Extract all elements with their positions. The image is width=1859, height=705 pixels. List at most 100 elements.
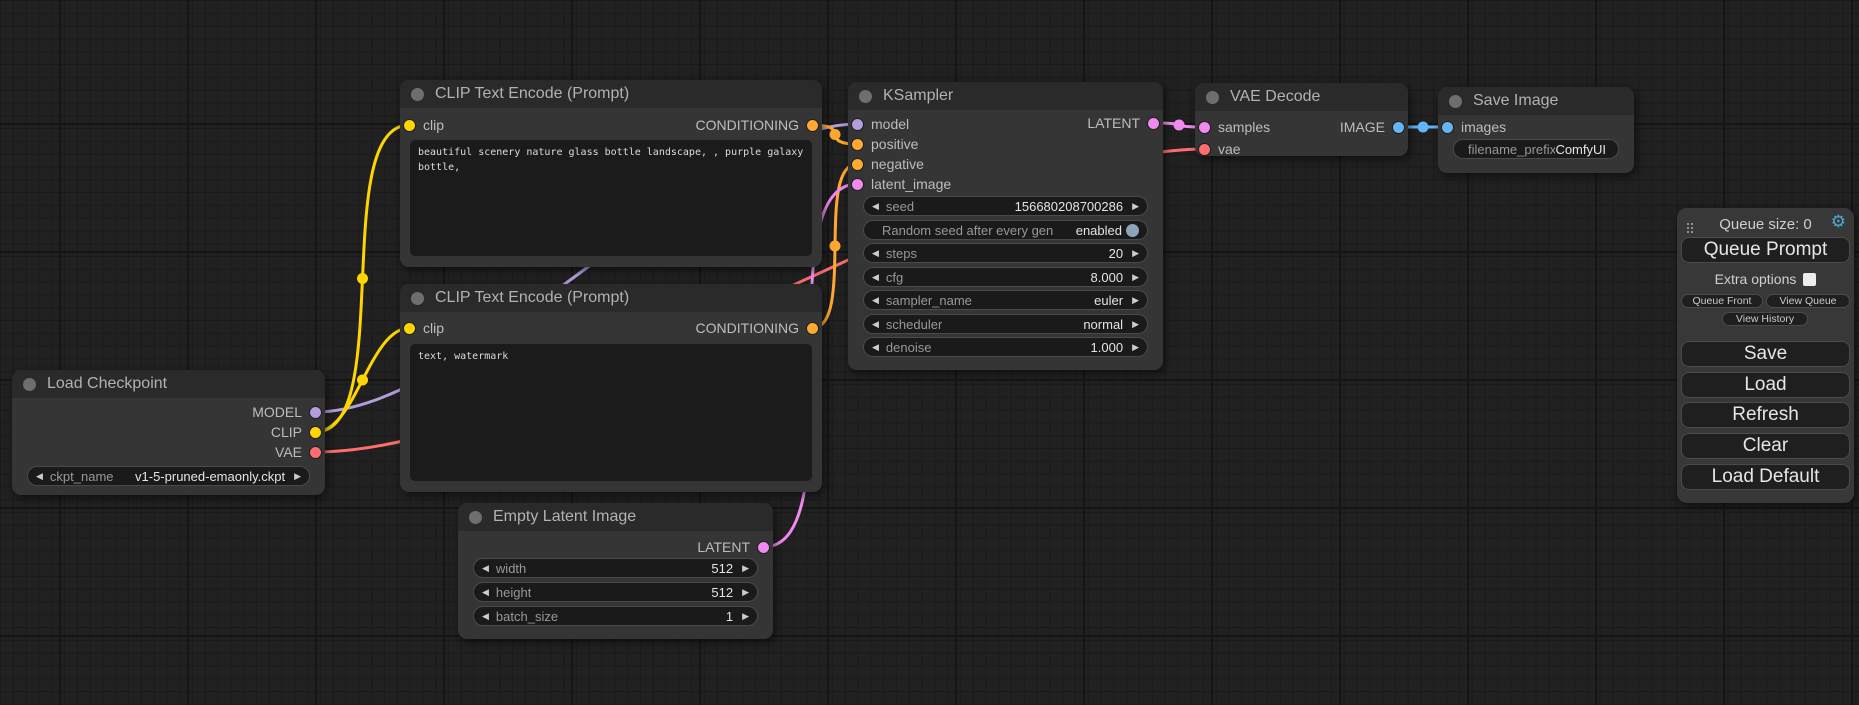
input-images: images: [1442, 117, 1506, 137]
decrement-arrow-icon[interactable]: ◀: [872, 249, 879, 258]
queue-prompt-button[interactable]: Queue Prompt: [1681, 237, 1850, 263]
increment-arrow-icon[interactable]: ▶: [1132, 249, 1139, 258]
load-default-button[interactable]: Load Default: [1681, 464, 1850, 490]
vae-output-port[interactable]: [310, 447, 321, 458]
ckpt-name-widget[interactable]: ◀ ckpt_name v1-5-pruned-emaonly.ckpt ▶: [27, 466, 310, 486]
node-title-bar[interactable]: Load Checkpoint: [12, 370, 325, 398]
increment-arrow-icon[interactable]: ▶: [742, 564, 749, 573]
random-seed-toggle-widget[interactable]: Random seed after every gen enabled: [863, 220, 1148, 240]
decrement-arrow-icon[interactable]: ◀: [872, 296, 879, 305]
sampler-name-widget[interactable]: ◀ sampler_name euler ▶: [863, 290, 1148, 310]
queue-front-button[interactable]: Queue Front: [1681, 294, 1763, 308]
increment-arrow-icon[interactable]: ▶: [1132, 343, 1139, 352]
load-button[interactable]: Load: [1681, 372, 1850, 398]
node-title-bar[interactable]: CLIP Text Encode (Prompt): [400, 284, 822, 312]
decrement-arrow-icon[interactable]: ◀: [482, 612, 489, 621]
vae-input-port[interactable]: [1199, 144, 1210, 155]
node-collapse-dot-icon[interactable]: [23, 378, 36, 391]
node-graph-canvas[interactable]: Load Checkpoint MODEL CLIP VAE ◀ ckpt_na…: [0, 0, 1859, 705]
view-queue-button[interactable]: View Queue: [1766, 294, 1850, 308]
settings-gear-icon[interactable]: ⚙: [1831, 213, 1846, 230]
conditioning-output-port[interactable]: [807, 323, 818, 334]
increment-arrow-icon[interactable]: ▶: [1132, 273, 1139, 282]
node-title-bar[interactable]: Save Image: [1438, 87, 1634, 115]
port-label: MODEL: [252, 404, 302, 420]
model-input-port[interactable]: [852, 119, 863, 130]
widget-value: 1: [726, 609, 742, 624]
increment-arrow-icon[interactable]: ▶: [1132, 320, 1139, 329]
decrement-arrow-icon[interactable]: ◀: [872, 273, 879, 282]
conditioning-input-port[interactable]: [852, 159, 863, 170]
latent-input-port[interactable]: [852, 179, 863, 190]
width-widget[interactable]: ◀ width 512 ▶: [473, 558, 758, 578]
steps-widget[interactable]: ◀ steps 20 ▶: [863, 243, 1148, 263]
refresh-button[interactable]: Refresh: [1681, 402, 1850, 428]
save-button[interactable]: Save: [1681, 341, 1850, 367]
node-save-image[interactable]: Save Image images filename_prefix ComfyU…: [1438, 87, 1634, 173]
increment-arrow-icon[interactable]: ▶: [294, 472, 301, 481]
port-label: VAE: [275, 444, 302, 460]
latent-output-port[interactable]: [758, 542, 769, 553]
scheduler-widget[interactable]: ◀ scheduler normal ▶: [863, 314, 1148, 334]
output-latent: LATENT: [1087, 113, 1159, 133]
queue-control-panel: Queue size: 0 ⚙ Queue Prompt Extra optio…: [1677, 208, 1854, 503]
cfg-widget[interactable]: ◀ cfg 8.000 ▶: [863, 267, 1148, 287]
node-collapse-dot-icon[interactable]: [1206, 91, 1219, 104]
node-title-bar[interactable]: VAE Decode: [1195, 83, 1408, 111]
prompt-text-input[interactable]: text, watermark: [410, 344, 812, 481]
conditioning-output-port[interactable]: [807, 120, 818, 131]
widget-label: width: [496, 561, 526, 576]
increment-arrow-icon[interactable]: ▶: [1132, 296, 1139, 305]
prompt-text-input[interactable]: beautiful scenery nature glass bottle la…: [410, 140, 812, 256]
increment-arrow-icon[interactable]: ▶: [742, 612, 749, 621]
clear-button[interactable]: Clear: [1681, 433, 1850, 459]
latent-output-port[interactable]: [1148, 118, 1159, 129]
toggle-knob[interactable]: [1126, 224, 1139, 237]
node-clip-text-encode-positive[interactable]: CLIP Text Encode (Prompt) clip CONDITION…: [400, 80, 822, 267]
node-title: Save Image: [1473, 92, 1558, 110]
node-ksampler[interactable]: KSampler model LATENT positive negative …: [848, 82, 1163, 370]
node-collapse-dot-icon[interactable]: [411, 88, 424, 101]
node-collapse-dot-icon[interactable]: [859, 90, 872, 103]
node-collapse-dot-icon[interactable]: [1449, 95, 1462, 108]
node-vae-decode[interactable]: VAE Decode samples IMAGE vae: [1195, 83, 1408, 156]
seed-widget[interactable]: ◀ seed 156680208700286 ▶: [863, 196, 1148, 216]
decrement-arrow-icon[interactable]: ◀: [872, 320, 879, 329]
clip-output-port[interactable]: [310, 427, 321, 438]
conditioning-input-port[interactable]: [852, 139, 863, 150]
latent-input-port[interactable]: [1199, 122, 1210, 133]
decrement-arrow-icon[interactable]: ◀: [482, 588, 489, 597]
widget-value: 20: [1109, 246, 1132, 261]
node-title-bar[interactable]: CLIP Text Encode (Prompt): [400, 80, 822, 108]
increment-arrow-icon[interactable]: ▶: [1132, 202, 1139, 211]
decrement-arrow-icon[interactable]: ◀: [872, 202, 879, 211]
increment-arrow-icon[interactable]: ▶: [742, 588, 749, 597]
height-widget[interactable]: ◀ height 512 ▶: [473, 582, 758, 602]
clip-input-port[interactable]: [404, 323, 415, 334]
node-title-bar[interactable]: KSampler: [848, 82, 1163, 110]
view-history-button[interactable]: View History: [1722, 312, 1808, 326]
widget-value: enabled: [1076, 223, 1126, 238]
node-collapse-dot-icon[interactable]: [411, 292, 424, 305]
denoise-widget[interactable]: ◀ denoise 1.000 ▶: [863, 337, 1148, 357]
node-title: VAE Decode: [1230, 88, 1320, 106]
node-title-bar[interactable]: Empty Latent Image: [458, 503, 773, 531]
decrement-arrow-icon[interactable]: ◀: [872, 343, 879, 352]
output-vae: VAE: [275, 442, 321, 462]
extra-options-checkbox[interactable]: [1803, 273, 1816, 286]
port-label: clip: [423, 117, 444, 133]
node-clip-text-encode-negative[interactable]: CLIP Text Encode (Prompt) clip CONDITION…: [400, 284, 822, 492]
batch-size-widget[interactable]: ◀ batch_size 1 ▶: [473, 606, 758, 626]
image-input-port[interactable]: [1442, 122, 1453, 133]
decrement-arrow-icon[interactable]: ◀: [36, 472, 43, 481]
clip-input-port[interactable]: [404, 120, 415, 131]
image-output-port[interactable]: [1393, 122, 1404, 133]
node-collapse-dot-icon[interactable]: [469, 511, 482, 524]
node-load-checkpoint[interactable]: Load Checkpoint MODEL CLIP VAE ◀ ckpt_na…: [12, 370, 325, 495]
model-output-port[interactable]: [310, 407, 321, 418]
decrement-arrow-icon[interactable]: ◀: [482, 564, 489, 573]
filename-prefix-widget[interactable]: filename_prefix ComfyUI: [1453, 139, 1619, 159]
node-empty-latent-image[interactable]: Empty Latent Image LATENT ◀ width 512 ▶ …: [458, 503, 773, 639]
node-title: CLIP Text Encode (Prompt): [435, 85, 629, 103]
port-label: model: [871, 116, 909, 132]
